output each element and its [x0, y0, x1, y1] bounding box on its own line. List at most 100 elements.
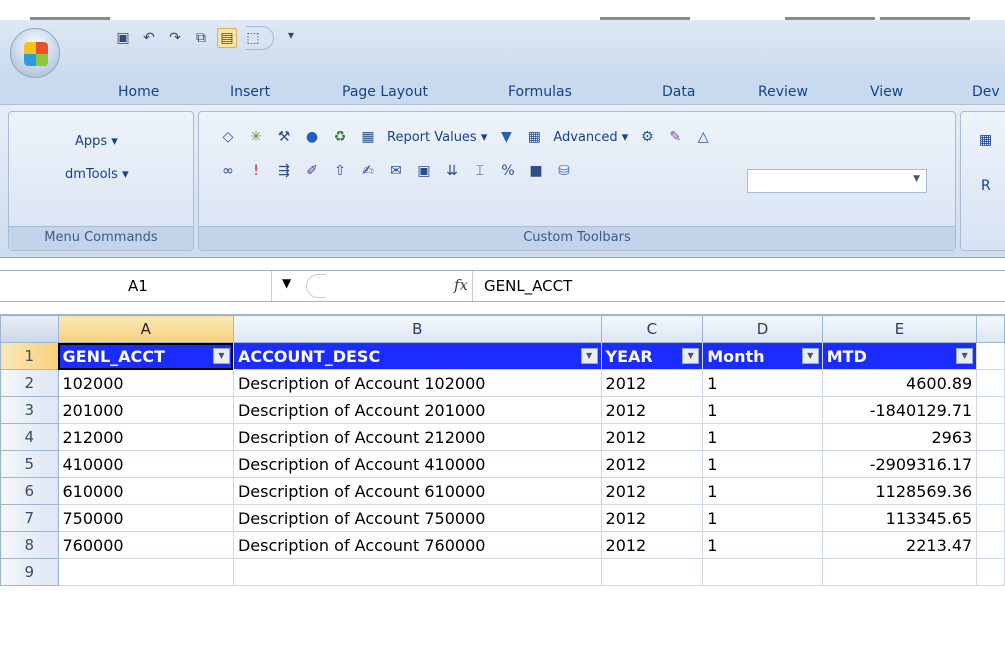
combo-arrow-icon[interactable]: ▼	[913, 174, 920, 184]
cell-mtd[interactable]: -2909316.17	[821, 450, 978, 478]
cell-mtd[interactable]: 4600.89	[821, 369, 978, 397]
apps-menu-button[interactable]: Apps ▾	[75, 134, 118, 149]
mail-icon[interactable]: ✉	[387, 162, 405, 180]
edit-icon[interactable]: ✍	[359, 162, 377, 180]
cell[interactable]	[232, 558, 602, 586]
formula-bar-handle[interactable]	[306, 274, 326, 298]
row-header[interactable]: 6	[0, 477, 59, 505]
refresh-icon[interactable]: ♻	[331, 128, 349, 146]
cell-mtd[interactable]: 1128569.36	[821, 477, 978, 505]
cell[interactable]	[976, 558, 1005, 586]
row-header[interactable]: 8	[0, 531, 59, 559]
header-cell-account-desc[interactable]: ACCOUNT_DESC ▼	[232, 342, 602, 370]
table-icon[interactable]: ▤	[217, 28, 237, 48]
cell-genl-acct[interactable]: 750000	[57, 504, 234, 532]
cell-year[interactable]: 2012	[600, 369, 704, 397]
cell-genl-acct[interactable]: 201000	[57, 396, 234, 424]
report-values-button[interactable]: Report Values ▾	[387, 130, 487, 145]
header-cell-year[interactable]: YEAR ▼	[600, 342, 704, 370]
row-header[interactable]: 9	[0, 558, 59, 586]
cell-account-desc[interactable]: Description of Account 410000	[232, 450, 602, 478]
cell-account-desc[interactable]: Description of Account 760000	[232, 531, 602, 559]
up-arrow-icon[interactable]: ⇧	[331, 162, 349, 180]
cell[interactable]	[976, 396, 1005, 424]
split-icon[interactable]: ⌶	[471, 162, 489, 180]
cell-month[interactable]: 1	[702, 423, 823, 451]
column-header-c[interactable]: C	[600, 315, 704, 343]
partial-group-icon[interactable]: ▦	[979, 132, 992, 148]
tab-page-layout[interactable]: Page Layout	[342, 80, 428, 106]
cell-month[interactable]: 1	[702, 504, 823, 532]
form-icon[interactable]: ▣	[415, 162, 433, 180]
cell[interactable]	[976, 531, 1005, 559]
link-icon[interactable]: ∞	[219, 162, 237, 180]
import-icon[interactable]: ⇊	[443, 162, 461, 180]
undo-icon[interactable]: ↶	[139, 28, 159, 48]
name-box[interactable]: A1	[0, 271, 272, 301]
column-header-d[interactable]: D	[702, 315, 823, 343]
redo-icon[interactable]: ↷	[165, 28, 185, 48]
cell[interactable]	[702, 558, 823, 586]
cube-icon[interactable]: ◇	[219, 128, 237, 146]
cell-genl-acct[interactable]: 410000	[57, 450, 234, 478]
cell-year[interactable]: 2012	[600, 477, 704, 505]
tools-icon[interactable]: ⚙	[638, 128, 656, 146]
cell-account-desc[interactable]: Description of Account 610000	[232, 477, 602, 505]
tab-formulas[interactable]: Formulas	[508, 80, 572, 106]
percent-icon[interactable]: %	[499, 162, 517, 180]
formula-input[interactable]: GENL_ACCT	[484, 271, 572, 301]
cell-mtd[interactable]: 2963	[821, 423, 978, 451]
window-icon[interactable]: ■	[527, 162, 545, 180]
row-header[interactable]: 2	[0, 369, 59, 397]
filter-dropdown-icon[interactable]: ▼	[212, 348, 230, 364]
printer-icon[interactable]: ▦	[359, 128, 377, 146]
cell-month[interactable]: 1	[702, 369, 823, 397]
filter-dropdown-icon[interactable]: ▼	[801, 348, 819, 364]
cell-year[interactable]: 2012	[600, 423, 704, 451]
row-header[interactable]: 7	[0, 504, 59, 532]
brush-icon[interactable]: ✎	[666, 128, 684, 146]
wizard-icon[interactable]: ✳	[247, 128, 265, 146]
cell-account-desc[interactable]: Description of Account 212000	[232, 423, 602, 451]
advanced-button[interactable]: Advanced ▾	[553, 130, 628, 145]
column-header-b[interactable]: B	[232, 315, 602, 343]
cell-month[interactable]: 1	[702, 477, 823, 505]
row-header[interactable]: 4	[0, 423, 59, 451]
filter-dropdown-icon[interactable]: ▼	[682, 348, 700, 364]
column-header-a[interactable]: A	[57, 315, 234, 343]
name-box-dropdown-icon[interactable]: ▼	[282, 276, 291, 290]
tab-developer[interactable]: Dev	[972, 80, 1000, 106]
office-button[interactable]	[10, 28, 60, 78]
info-icon[interactable]: ●	[303, 128, 321, 146]
partial-group-label[interactable]: R	[981, 178, 991, 194]
cell[interactable]	[976, 450, 1005, 478]
customize-icon[interactable]: ▾	[288, 28, 294, 42]
function-icon[interactable]: fx	[454, 276, 468, 294]
pencil-icon[interactable]: ✐	[303, 162, 321, 180]
cell-genl-acct[interactable]: 102000	[57, 369, 234, 397]
cell-month[interactable]: 1	[702, 396, 823, 424]
filter-icon[interactable]: ▼	[497, 128, 515, 146]
copy-icon[interactable]: ⧉	[191, 28, 211, 48]
cell-account-desc[interactable]: Description of Account 201000	[232, 396, 602, 424]
row-header[interactable]: 3	[0, 396, 59, 424]
toolbar-combo-box[interactable]: ▼	[747, 169, 927, 193]
cell[interactable]	[57, 558, 234, 586]
cell-year[interactable]: 2012	[600, 531, 704, 559]
header-cell-month[interactable]: Month ▼	[702, 342, 823, 370]
dmtools-menu-button[interactable]: dmTools ▾	[65, 167, 129, 182]
cell-account-desc[interactable]: Description of Account 750000	[232, 504, 602, 532]
tab-insert[interactable]: Insert	[230, 80, 270, 106]
grid-icon[interactable]: ▦	[525, 128, 543, 146]
tab-review[interactable]: Review	[758, 80, 808, 106]
tab-data[interactable]: Data	[662, 80, 695, 106]
row-header-1[interactable]: 1	[0, 342, 59, 370]
cell-mtd[interactable]: 2213.47	[821, 531, 978, 559]
header-cell-genl-acct[interactable]: GENL_ACCT ▼	[57, 342, 234, 370]
cell-year[interactable]: 2012	[600, 396, 704, 424]
column-header-f[interactable]	[976, 315, 1005, 343]
cell[interactable]	[976, 477, 1005, 505]
filter-dropdown-icon[interactable]: ▼	[956, 348, 974, 364]
pyramid-icon[interactable]: △	[694, 128, 712, 146]
hammer-icon[interactable]: ⚒	[275, 128, 293, 146]
